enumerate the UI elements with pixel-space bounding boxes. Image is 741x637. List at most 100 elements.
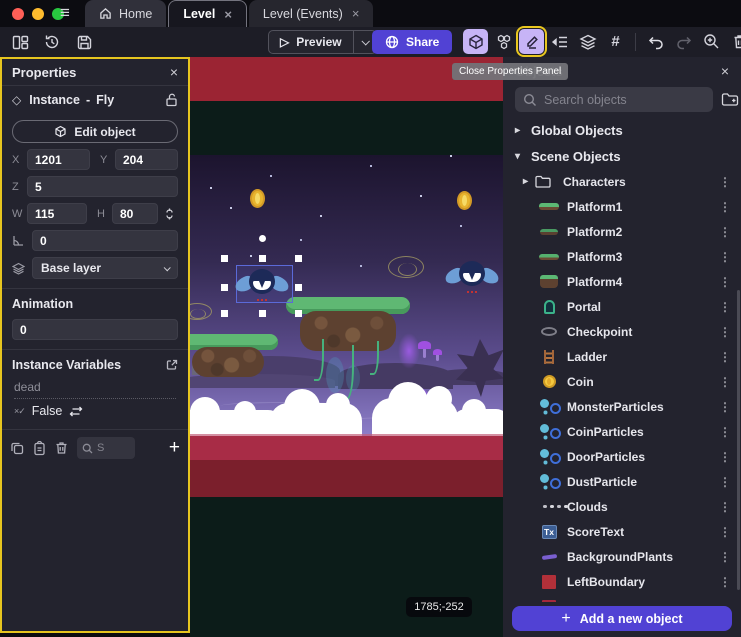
paste-icon[interactable]: [33, 441, 46, 456]
object-item-characters[interactable]: ▸ Characters ⋮: [503, 169, 741, 194]
main-menu-icon[interactable]: ≡: [60, 3, 70, 23]
instances-list-button[interactable]: [547, 29, 572, 54]
resize-handle[interactable]: [295, 284, 302, 291]
grid-button[interactable]: #: [603, 29, 628, 54]
object-groups-button[interactable]: [491, 29, 516, 54]
save-icon[interactable]: [74, 31, 94, 53]
animation-input[interactable]: [12, 319, 178, 340]
objects-scrollbar[interactable]: [737, 290, 740, 590]
variables-search[interactable]: [77, 437, 135, 459]
kebab-menu-icon[interactable]: ⋮: [719, 300, 731, 314]
height-input[interactable]: [112, 203, 158, 224]
scene-canvas[interactable]: 1785;-252: [190, 57, 503, 637]
resize-handle[interactable]: [259, 255, 266, 262]
kebab-menu-icon[interactable]: ⋮: [719, 250, 731, 264]
object-item-platform4[interactable]: Platform4 ⋮: [503, 269, 741, 294]
bottom-boundary-object[interactable]: [190, 460, 503, 497]
close-properties-icon[interactable]: ×: [170, 64, 178, 80]
kebab-menu-icon[interactable]: ⋮: [719, 475, 731, 489]
object-item-coinparticles[interactable]: CoinParticles ⋮: [503, 419, 741, 444]
kebab-menu-icon[interactable]: ⋮: [719, 350, 731, 364]
kebab-menu-icon[interactable]: ⋮: [719, 200, 731, 214]
objects-search-input[interactable]: [544, 93, 705, 107]
y-input[interactable]: [115, 149, 178, 170]
object-item-platform3[interactable]: Platform3 ⋮: [503, 244, 741, 269]
object-item-monsterparticles[interactable]: MonsterParticles ⋮: [503, 394, 741, 419]
object-item-scoretext[interactable]: Tx ScoreText ⋮: [503, 519, 741, 544]
coin-object[interactable]: [457, 191, 472, 210]
kebab-menu-icon[interactable]: ⋮: [719, 600, 731, 603]
add-variable-button[interactable]: +: [169, 439, 180, 457]
platform-island[interactable]: [190, 334, 278, 394]
toggle-3d-view-button[interactable]: [463, 29, 488, 54]
kebab-menu-icon[interactable]: ⋮: [719, 375, 731, 389]
layer-dropdown[interactable]: Base layer: [32, 257, 178, 279]
close-tab-icon[interactable]: ×: [352, 6, 360, 21]
resize-handle[interactable]: [221, 255, 228, 262]
z-input[interactable]: [27, 176, 178, 197]
resize-handle[interactable]: [259, 310, 266, 317]
object-item-coin[interactable]: Coin ⋮: [503, 369, 741, 394]
fly-object[interactable]: [446, 260, 498, 296]
resize-handle[interactable]: [221, 284, 228, 291]
kebab-menu-icon[interactable]: ⋮: [719, 550, 731, 564]
object-item-leftboundary[interactable]: LeftBoundary ⋮: [503, 569, 741, 594]
unlink-dimensions-icon[interactable]: [164, 207, 178, 221]
object-item-dustparticle[interactable]: DustParticle ⋮: [503, 469, 741, 494]
delete-button[interactable]: [727, 29, 741, 54]
object-item-doorparticles[interactable]: DoorParticles ⋮: [503, 444, 741, 469]
add-object-button[interactable]: + Add a new object: [512, 606, 732, 631]
object-item-backgroundplants[interactable]: BackgroundPlants ⋮: [503, 544, 741, 569]
checkpoint-outline[interactable]: [388, 256, 424, 278]
object-item-rightboundary[interactable]: RightBoundary ⋮: [503, 594, 741, 602]
minimize-window-button[interactable]: [32, 8, 44, 20]
scene-objects-section[interactable]: ▾ Scene Objects: [503, 143, 741, 169]
object-item-checkpoint[interactable]: Checkpoint ⋮: [503, 319, 741, 344]
kebab-menu-icon[interactable]: ⋮: [719, 450, 731, 464]
preview-button[interactable]: ▷ Preview: [269, 35, 353, 49]
kebab-menu-icon[interactable]: ⋮: [719, 175, 731, 189]
objects-search[interactable]: [515, 87, 713, 112]
share-button[interactable]: Share: [372, 30, 452, 54]
tab-home[interactable]: Home: [85, 0, 166, 27]
panels-layout-icon[interactable]: [10, 31, 30, 53]
object-item-portal[interactable]: Portal ⋮: [503, 294, 741, 319]
fly-object-selected[interactable]: [236, 268, 288, 304]
x-input[interactable]: [27, 149, 90, 170]
object-item-platform1[interactable]: Platform1 ⋮: [503, 194, 741, 219]
add-folder-icon[interactable]: [721, 92, 739, 107]
object-item-clouds[interactable]: Clouds ⋮: [503, 494, 741, 519]
angle-input[interactable]: [32, 230, 178, 251]
instance-properties-button[interactable]: [519, 29, 544, 54]
resize-handle[interactable]: [295, 255, 302, 262]
variables-search-input[interactable]: [97, 442, 127, 454]
close-window-button[interactable]: [12, 8, 24, 20]
width-input[interactable]: [27, 203, 87, 224]
kebab-menu-icon[interactable]: ⋮: [719, 325, 731, 339]
kebab-menu-icon[interactable]: ⋮: [719, 225, 731, 239]
undo-button[interactable]: [643, 29, 668, 54]
resize-handle[interactable]: [295, 310, 302, 317]
resize-handle[interactable]: [221, 310, 228, 317]
kebab-menu-icon[interactable]: ⋮: [719, 275, 731, 289]
coin-object[interactable]: [250, 189, 265, 208]
global-objects-section[interactable]: ▸ Global Objects: [503, 117, 741, 143]
kebab-menu-icon[interactable]: ⋮: [719, 575, 731, 589]
edit-object-button[interactable]: Edit object: [12, 120, 178, 143]
copy-icon[interactable]: [10, 441, 24, 455]
toggle-value-icon[interactable]: [69, 406, 83, 417]
tab-level[interactable]: Level ×: [168, 0, 247, 27]
kebab-menu-icon[interactable]: ⋮: [719, 500, 731, 514]
kebab-menu-icon[interactable]: ⋮: [719, 400, 731, 414]
variable-name[interactable]: dead: [14, 380, 176, 399]
history-icon[interactable]: [42, 31, 62, 53]
kebab-menu-icon[interactable]: ⋮: [719, 425, 731, 439]
close-objects-panel-icon[interactable]: ×: [721, 63, 729, 79]
zoom-in-button[interactable]: [699, 29, 724, 54]
tab-level-events[interactable]: Level (Events) ×: [249, 0, 374, 27]
unlock-icon[interactable]: [165, 93, 178, 107]
object-item-ladder[interactable]: Ladder ⋮: [503, 344, 741, 369]
object-item-platform2[interactable]: Platform2 ⋮: [503, 219, 741, 244]
layers-button[interactable]: [575, 29, 600, 54]
kebab-menu-icon[interactable]: ⋮: [719, 525, 731, 539]
